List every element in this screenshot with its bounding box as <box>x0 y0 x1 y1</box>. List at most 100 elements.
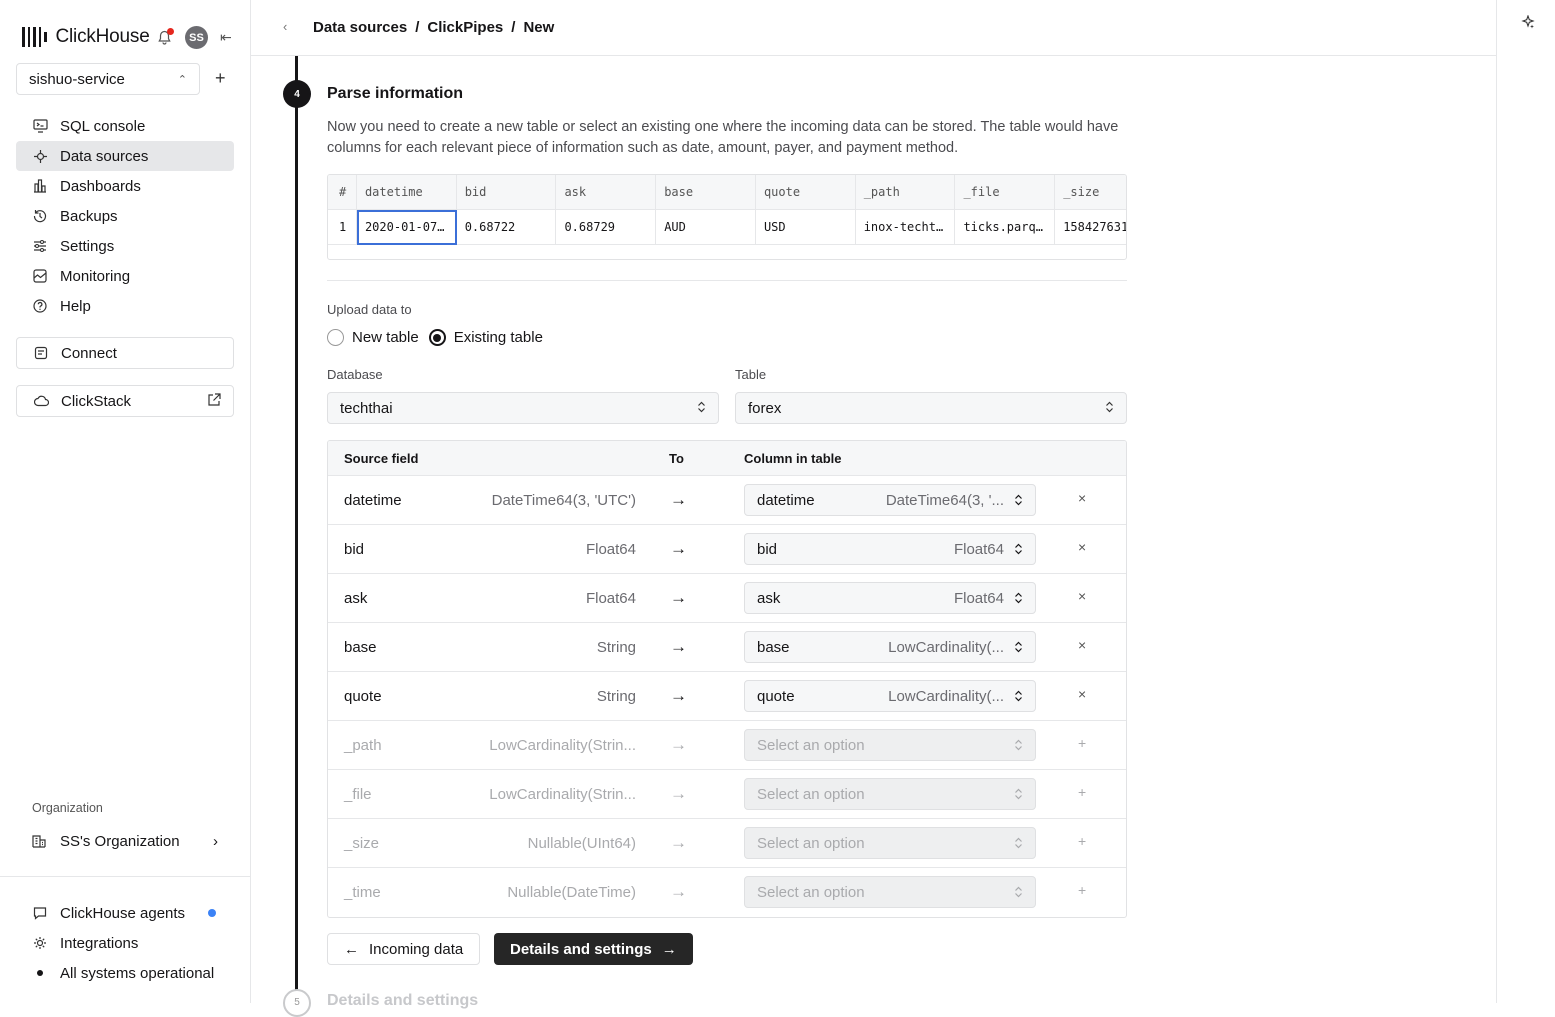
sliders-icon <box>32 238 48 254</box>
database-select[interactable]: techthai <box>327 392 719 424</box>
sidebar: ClickHouse SS ⇤ sishuo-service ⌃ + SQL c… <box>0 0 251 1003</box>
mapping-row: datetime DateTime64(3, 'UTC') → datetime Dat… <box>328 476 1126 525</box>
column-type: LowCardinality(... <box>888 687 1004 705</box>
preview-cell[interactable]: ticks.parq… <box>955 210 1056 245</box>
nav-label: SQL console <box>60 117 146 135</box>
table-select[interactable]: forex <box>735 392 1127 424</box>
monitor-icon <box>32 268 48 284</box>
preview-cell[interactable]: 158427631 <box>1055 210 1126 245</box>
column-select[interactable]: base LowCardinality(... <box>744 631 1036 663</box>
remove-mapping-icon[interactable]: × <box>1078 637 1086 653</box>
arrow-right-icon: → <box>670 588 687 607</box>
nav-item-clickhouse-agents[interactable]: ClickHouse agents <box>16 898 234 928</box>
column-select[interactable]: bid Float64 <box>744 533 1036 565</box>
column-select[interactable]: datetime DateTime64(3, '... <box>744 484 1036 516</box>
mapping-row: quote String → quote LowCardinality(... × <box>328 672 1126 721</box>
system-status[interactable]: All systems operational <box>16 958 234 988</box>
source-field-name: datetime <box>344 492 402 509</box>
source-field-header: Source field <box>344 451 419 466</box>
table-value: forex <box>748 399 782 417</box>
source-field-type: String <box>596 688 636 705</box>
back-chevron-icon[interactable]: ‹ <box>283 19 287 34</box>
add-mapping-icon[interactable]: + <box>1078 882 1086 898</box>
chevron-updown-icon <box>1014 641 1023 653</box>
nav-label: Backups <box>60 207 118 225</box>
organization-selector[interactable]: SS's Organization › <box>16 826 234 856</box>
status-dot-icon <box>32 965 48 981</box>
avatar[interactable]: SS <box>185 26 208 49</box>
nav-item-data-sources[interactable]: Data sources <box>16 141 234 171</box>
connect-icon <box>33 346 49 360</box>
column-select[interactable]: Select an option <box>744 827 1036 859</box>
remove-mapping-icon[interactable]: × <box>1078 539 1086 555</box>
new-table-radio[interactable] <box>327 329 344 346</box>
database-label: Database <box>327 367 383 382</box>
source-field-name: quote <box>344 688 382 705</box>
building-icon <box>32 834 48 848</box>
remove-mapping-icon[interactable]: × <box>1078 588 1086 604</box>
nav-item-settings[interactable]: Settings <box>16 231 234 261</box>
nav-item-help[interactable]: Help <box>16 291 234 321</box>
step-description: Now you need to create a new table or se… <box>327 119 1119 156</box>
table-label: Table <box>735 367 767 382</box>
nav-item-monitoring[interactable]: Monitoring <box>16 261 234 291</box>
add-mapping-icon[interactable]: + <box>1078 735 1086 751</box>
breadcrumb-item[interactable]: ClickPipes <box>427 19 503 36</box>
notifications-bell-icon[interactable] <box>158 28 174 48</box>
existing-table-label[interactable]: Existing table <box>454 329 543 346</box>
preview-cell[interactable]: inox-techt… <box>855 210 956 245</box>
nav-item-dashboards[interactable]: Dashboards <box>16 171 234 201</box>
preview-cell[interactable]: USD <box>755 210 856 245</box>
incoming-data-button[interactable]: ← Incoming data <box>327 933 481 965</box>
source-field-type: Nullable(DateTime) <box>507 884 636 901</box>
preview-cell-selected[interactable]: 2020-01-07… <box>356 210 457 245</box>
chevron-updown-icon: ⌃ <box>177 73 187 86</box>
breadcrumb-item[interactable]: Data sources <box>313 19 407 36</box>
column-select[interactable]: Select an option <box>744 729 1036 761</box>
remove-mapping-icon[interactable]: × <box>1078 686 1086 702</box>
preview-cell[interactable]: AUD <box>656 210 756 245</box>
existing-table-radio[interactable] <box>428 329 446 346</box>
incoming-data-label: Incoming data <box>369 940 464 958</box>
puzzle-icon <box>32 935 48 951</box>
nav-label: Dashboards <box>60 177 141 195</box>
help-icon <box>32 298 48 314</box>
arrow-right-icon: → <box>670 735 687 754</box>
organization-section-label: Organization <box>32 801 103 815</box>
chevron-updown-icon <box>1014 690 1023 702</box>
new-table-label[interactable]: New table <box>352 329 419 346</box>
add-mapping-icon[interactable]: + <box>1078 784 1086 800</box>
column-name: bid <box>757 540 778 558</box>
service-selector[interactable]: sishuo-service ⌃ <box>16 63 200 95</box>
details-and-settings-button[interactable]: Details and settings → <box>494 933 693 965</box>
data-preview-table: # datetime bid ask base quote _path _fil… <box>327 174 1127 260</box>
chevron-updown-icon <box>1105 400 1114 417</box>
clickstack-button[interactable]: ClickStack <box>16 385 234 417</box>
source-field-name: bid <box>344 541 365 558</box>
source-field-name: _file <box>344 786 372 803</box>
nav-item-sql-console[interactable]: SQL console <box>16 111 234 141</box>
connect-button[interactable]: Connect <box>16 337 234 369</box>
mapping-header: Source field To Column in table <box>328 441 1126 476</box>
preview-header-cell: base <box>656 175 756 210</box>
nav-item-integrations[interactable]: Integrations <box>16 928 234 958</box>
column-select[interactable]: quote LowCardinality(... <box>744 680 1036 712</box>
mapping-row: base String → base LowCardinality(... × <box>328 623 1126 672</box>
preview-cell[interactable]: 0.68729 <box>556 210 657 245</box>
column-select[interactable]: Select an option <box>744 876 1036 908</box>
nav-item-backups[interactable]: Backups <box>16 201 234 231</box>
column-placeholder: Select an option <box>757 834 865 852</box>
mapping-row: _time Nullable(DateTime) → Select an option… <box>328 868 1126 917</box>
add-service-icon[interactable]: + <box>215 68 226 89</box>
preview-cell[interactable]: 0.68722 <box>456 210 557 245</box>
app-header: ClickHouse SS ⇤ <box>22 26 242 49</box>
add-mapping-icon[interactable]: + <box>1078 833 1086 849</box>
column-select[interactable]: ask Float64 <box>744 582 1036 614</box>
remove-mapping-icon[interactable]: × <box>1078 490 1086 506</box>
preview-header-row: # datetime bid ask base quote _path _fil… <box>328 175 1126 210</box>
collapse-sidebar-icon[interactable]: ⇤ <box>220 29 232 46</box>
column-select[interactable]: Select an option <box>744 778 1036 810</box>
history-icon <box>32 208 48 224</box>
ai-assistant-sparkle-icon[interactable] <box>1521 14 1535 32</box>
terminal-icon <box>32 118 48 134</box>
